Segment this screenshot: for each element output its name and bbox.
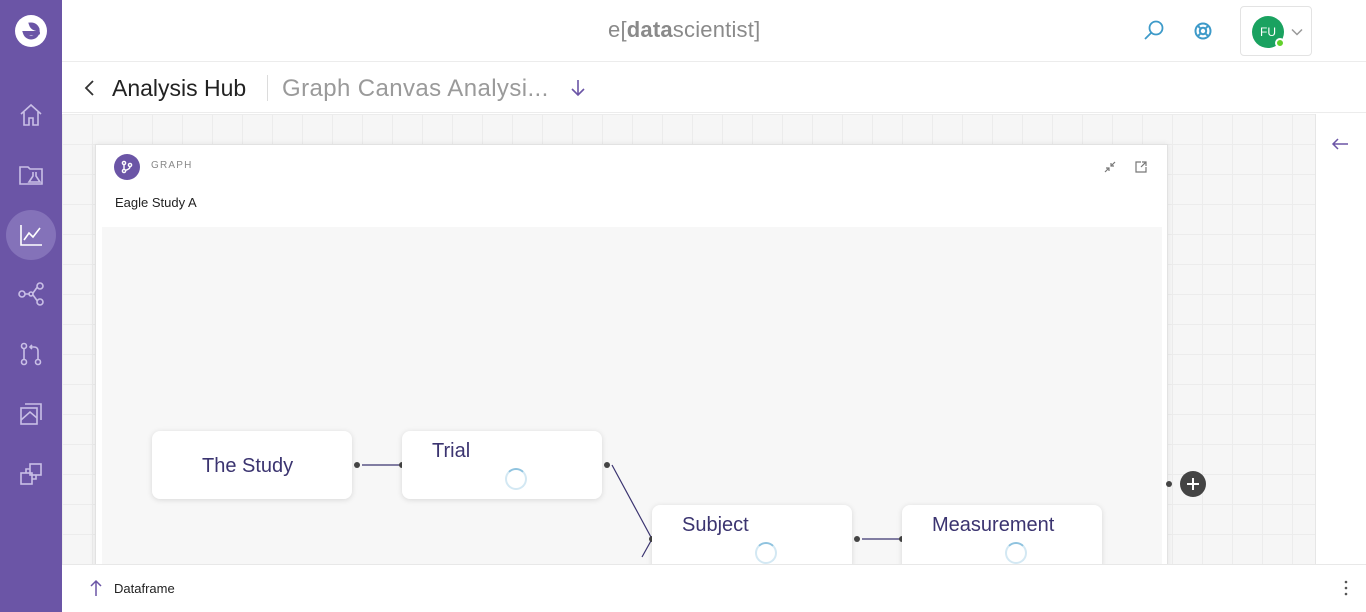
expand-panel-button[interactable] — [1330, 136, 1350, 157]
node-output-port[interactable] — [854, 536, 860, 542]
node-measurement[interactable]: Measurement — [902, 505, 1102, 564]
loading-spinner — [1005, 542, 1027, 564]
node-the-study[interactable]: The Study — [152, 431, 352, 499]
sidebar-item-workspaces[interactable] — [6, 449, 56, 499]
sidebar — [0, 0, 62, 612]
add-node-button[interactable] — [1180, 471, 1206, 497]
sidebar-item-graphs[interactable] — [6, 269, 56, 319]
chevron-left-icon — [84, 80, 94, 96]
brand-wordmark: e[datascientist] — [608, 17, 761, 42]
sidebar-item-analysis[interactable] — [6, 210, 56, 260]
node-label: Trial — [432, 440, 471, 462]
edge-trial-subject — [611, 464, 653, 558]
back-button[interactable] — [82, 78, 98, 103]
sidebar-item-pipelines[interactable] — [6, 329, 56, 379]
top-bar: e[datascientist] FU — [62, 0, 1366, 62]
chart-line-icon — [20, 225, 42, 246]
card-output-port[interactable] — [1166, 481, 1172, 487]
chevron-down-icon — [1291, 28, 1303, 36]
sidebar-item-datasets[interactable] — [6, 389, 56, 439]
more-options-button[interactable] — [1342, 579, 1350, 602]
graph-type-icon — [114, 154, 140, 180]
more-vertical-icon — [1344, 580, 1348, 596]
layers-icon — [20, 403, 42, 425]
card-title: Eagle Study A — [115, 195, 197, 210]
node-subject[interactable]: Subject — [652, 505, 852, 564]
minimize-button[interactable] — [1103, 160, 1117, 179]
graph-area[interactable]: The Study Trial Subject Measurement — [102, 227, 1162, 564]
plus-icon — [1187, 478, 1199, 490]
breadcrumb: Analysis Hub Graph Canvas Analysi... — [62, 63, 1366, 113]
node-label: Subject — [682, 514, 749, 536]
dataframe-label: Dataframe — [114, 581, 175, 596]
node-trial[interactable]: Trial — [402, 431, 602, 499]
online-status-dot — [1275, 38, 1285, 48]
help-lifebuoy-icon[interactable] — [1191, 19, 1215, 43]
app-logo[interactable] — [15, 15, 47, 47]
breadcrumb-divider — [267, 75, 268, 101]
user-menu[interactable]: FU — [1240, 6, 1312, 56]
arrow-down-icon — [571, 80, 585, 97]
bottom-panel: Dataframe — [62, 564, 1366, 612]
page-title[interactable]: Analysis Hub — [112, 75, 246, 102]
expand-dataframe-button[interactable] — [89, 579, 103, 602]
sidebar-item-projects[interactable] — [6, 150, 56, 200]
card-type-label: GRAPH — [151, 160, 193, 171]
home-icon — [20, 103, 42, 126]
right-panel — [1315, 114, 1366, 564]
lab-folder-icon — [19, 166, 43, 185]
expand-button[interactable] — [1134, 160, 1148, 179]
merge-icon — [20, 342, 42, 366]
expand-icon — [1135, 161, 1147, 173]
loading-spinner — [505, 468, 527, 490]
node-label: The Study — [202, 455, 294, 477]
search-icon[interactable] — [1142, 19, 1166, 43]
graph-card[interactable]: GRAPH Eagle Study A The Study Trial Subj… — [95, 144, 1168, 564]
analysis-name: Graph Canvas Analysi... — [282, 75, 549, 102]
share-graph-icon — [18, 282, 44, 306]
sidebar-item-home[interactable] — [6, 90, 56, 140]
stack-icon — [20, 463, 42, 485]
download-button[interactable] — [569, 78, 587, 103]
graph-canvas[interactable]: GRAPH Eagle Study A The Study Trial Subj… — [62, 114, 1315, 564]
arrow-up-icon — [90, 579, 102, 596]
node-output-port[interactable] — [604, 462, 610, 468]
arrow-left-icon — [1331, 138, 1348, 150]
loading-spinner — [755, 542, 777, 564]
node-label: Measurement — [932, 514, 1055, 536]
avatar: FU — [1252, 16, 1285, 48]
node-output-port[interactable] — [354, 462, 360, 468]
minimize-icon — [1104, 161, 1116, 173]
